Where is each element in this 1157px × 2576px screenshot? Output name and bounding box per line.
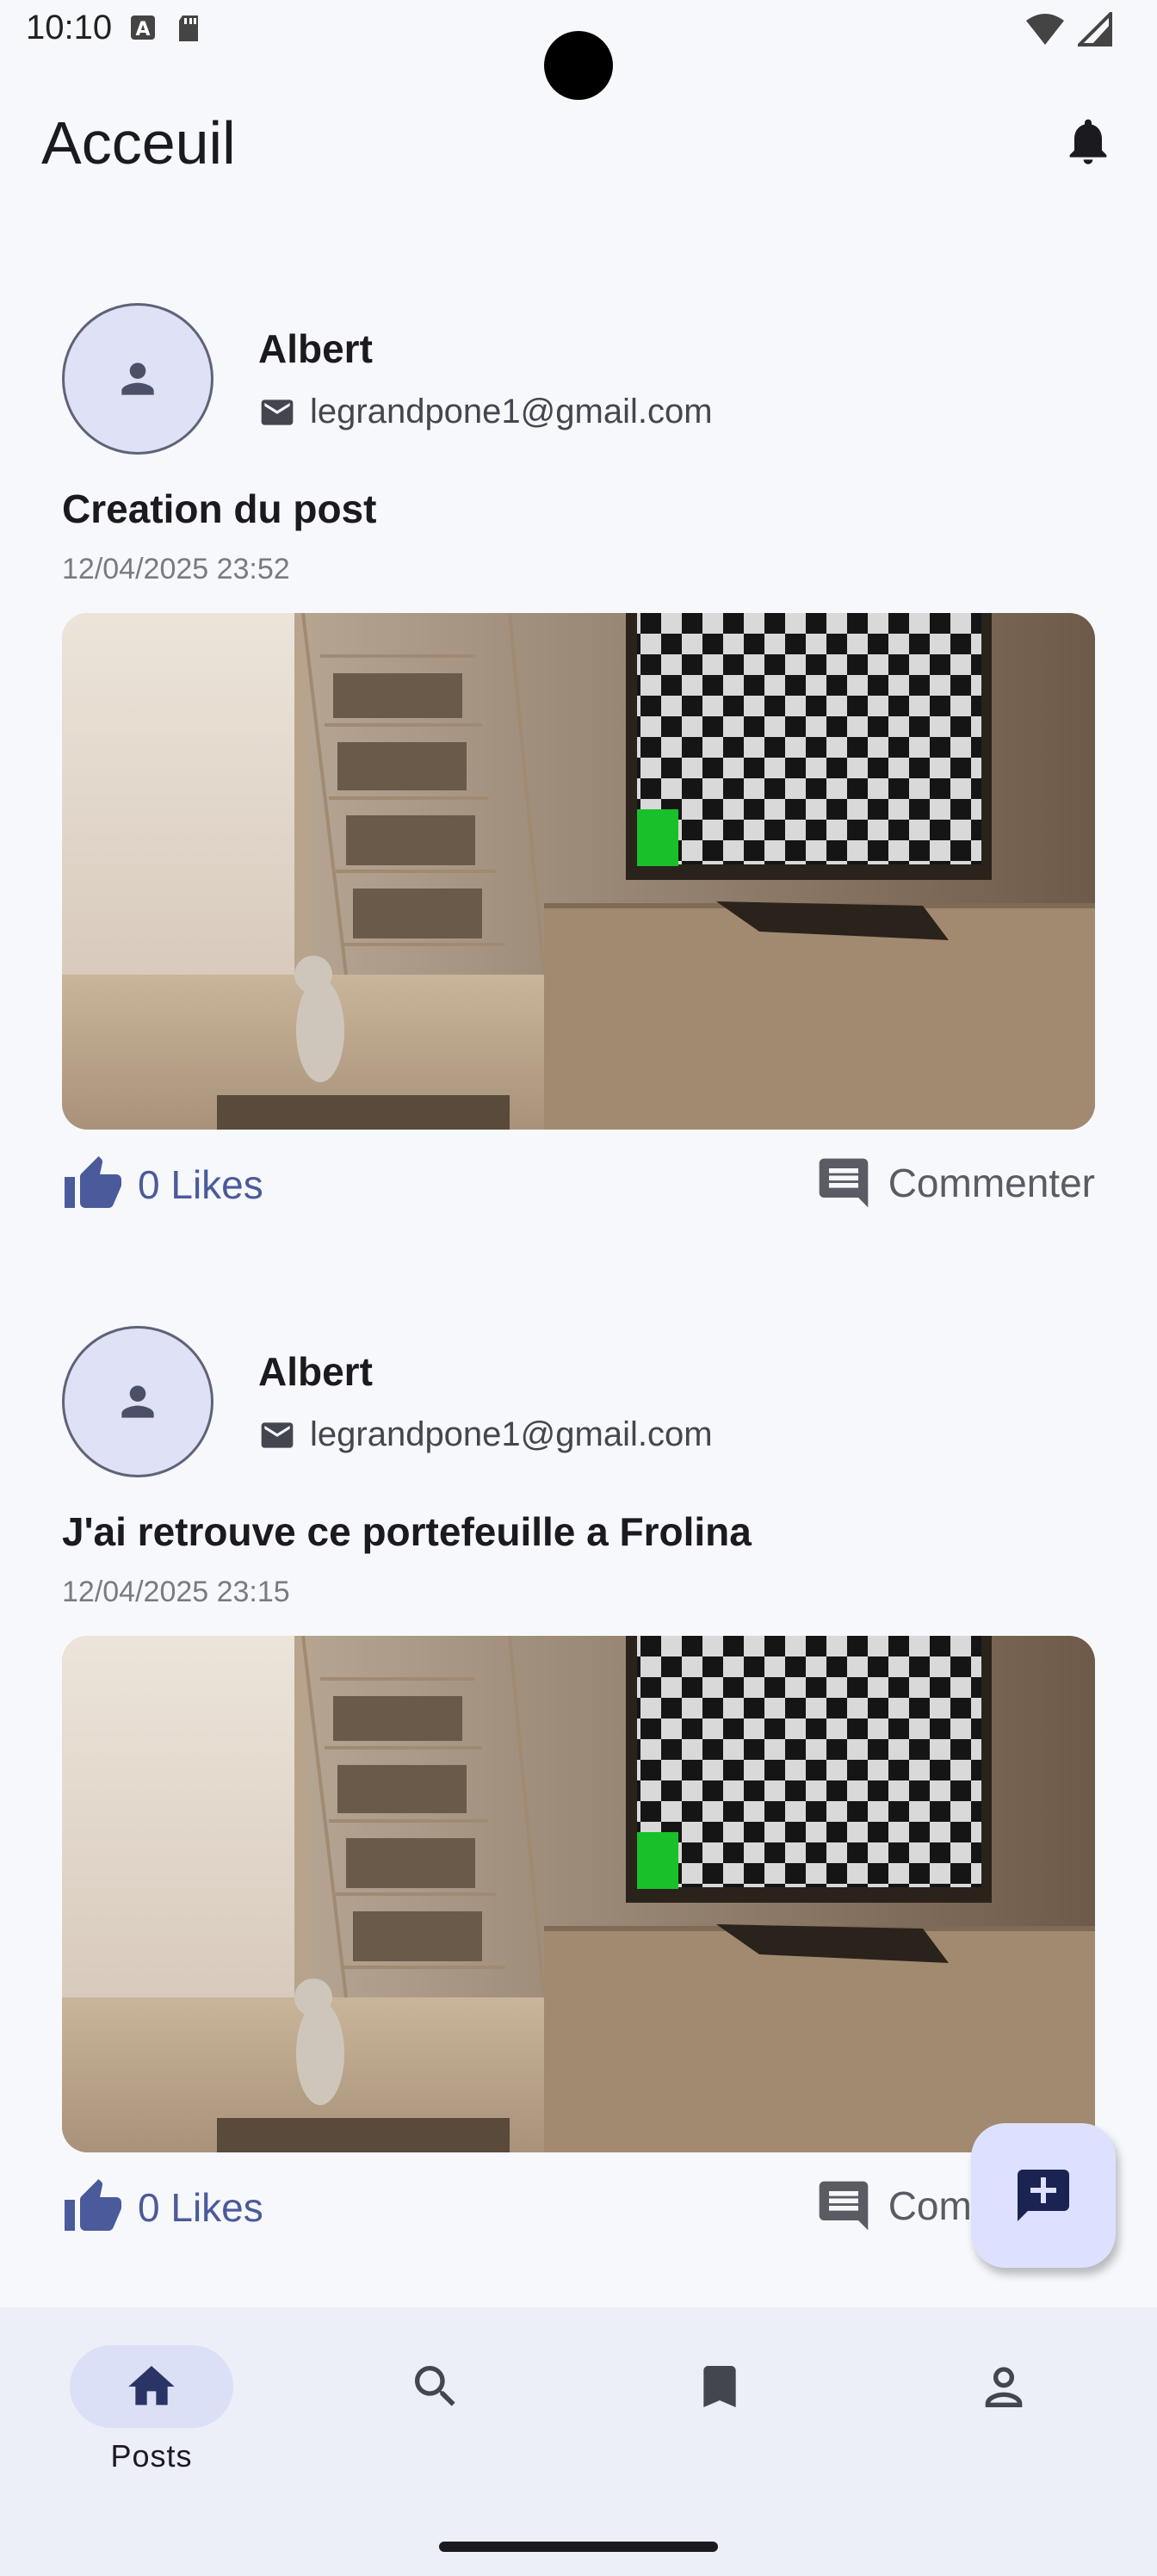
post-card: Albert legrandpone1@gmail.com Creation d… — [0, 293, 1157, 1240]
nav-item-profile[interactable] — [918, 2345, 1090, 2500]
post-actions: 0 Likes Commenter — [62, 1154, 1095, 1223]
author-email: legrandpone1@gmail.com — [310, 393, 713, 430]
post-date: 12/04/2025 23:15 — [62, 1576, 290, 1608]
app-bar: Acceuil — [0, 95, 1157, 191]
new-post-fab[interactable] — [971, 2123, 1116, 2268]
nav-label-posts: Posts — [110, 2438, 193, 2474]
status-bar: 10:10 A — [0, 0, 1157, 100]
camera-cutout — [544, 31, 613, 100]
post-actions: 0 Likes Commenter — [62, 2177, 1095, 2245]
like-button[interactable]: 0 Likes — [62, 2177, 263, 2239]
home-indicator[interactable] — [439, 2542, 718, 2552]
status-icons-right — [1024, 12, 1112, 46]
thumb-up-icon — [65, 2179, 121, 2231]
like-button[interactable]: 0 Likes — [62, 1154, 263, 1216]
post-date: 12/04/2025 23:52 — [62, 553, 290, 585]
page-title: Acceuil — [41, 109, 236, 176]
home-icon — [128, 2366, 175, 2406]
bell-icon[interactable] — [1061, 114, 1116, 169]
nav-pill — [354, 2345, 517, 2428]
nav-item-posts[interactable]: Posts — [65, 2345, 238, 2500]
person-icon — [121, 1385, 154, 1418]
post-title: Creation du post — [62, 486, 377, 531]
mail-icon — [261, 1421, 294, 1448]
author-email: legrandpone1@gmail.com — [310, 1415, 713, 1453]
add-comment-icon — [1018, 2170, 1069, 2221]
nav-pill — [638, 2345, 801, 2428]
notification-a-icon: A — [131, 15, 155, 40]
sd-card-icon — [179, 15, 198, 41]
author-name: Albert — [258, 1349, 373, 1394]
email-row: legrandpone1@gmail.com — [258, 1415, 713, 1454]
post-image[interactable] — [62, 1636, 1095, 2152]
person-icon — [985, 2367, 1023, 2407]
nav-item-bookmarks[interactable] — [634, 2345, 806, 2500]
post-card: Albert legrandpone1@gmail.com J'ai retro… — [0, 1316, 1157, 2263]
thumb-up-icon — [65, 1156, 121, 1208]
nav-pill — [70, 2345, 233, 2428]
status-icons-left: A — [129, 14, 201, 43]
mail-icon — [261, 399, 294, 425]
bottom-navigation: Posts — [0, 2307, 1157, 2576]
avatar[interactable] — [62, 303, 213, 455]
person-icon — [121, 362, 154, 395]
email-row: legrandpone1@gmail.com — [258, 393, 713, 431]
likes-count: 0 Likes — [138, 1162, 263, 1207]
bookmark-icon — [703, 2366, 736, 2407]
post-title: J'ai retrouve ce portefeuille a Frolina — [62, 1509, 752, 1554]
nav-pill — [922, 2345, 1086, 2428]
search-icon — [415, 2366, 455, 2406]
comment-icon — [819, 1158, 869, 1208]
nav-item-search[interactable] — [350, 2345, 522, 2500]
comment-button[interactable]: Commenter — [814, 1154, 1095, 1212]
likes-count: 0 Likes — [138, 2185, 263, 2230]
svg-text:A: A — [135, 19, 150, 40]
author-name: Albert — [258, 326, 373, 371]
cell-signal-icon — [1078, 12, 1112, 46]
status-time: 10:10 — [26, 9, 113, 46]
post-image[interactable] — [62, 613, 1095, 1130]
avatar[interactable] — [62, 1326, 213, 1477]
wifi-icon — [1026, 14, 1064, 45]
comment-label: Commenter — [888, 1161, 1095, 1205]
comment-icon — [819, 2181, 869, 2231]
